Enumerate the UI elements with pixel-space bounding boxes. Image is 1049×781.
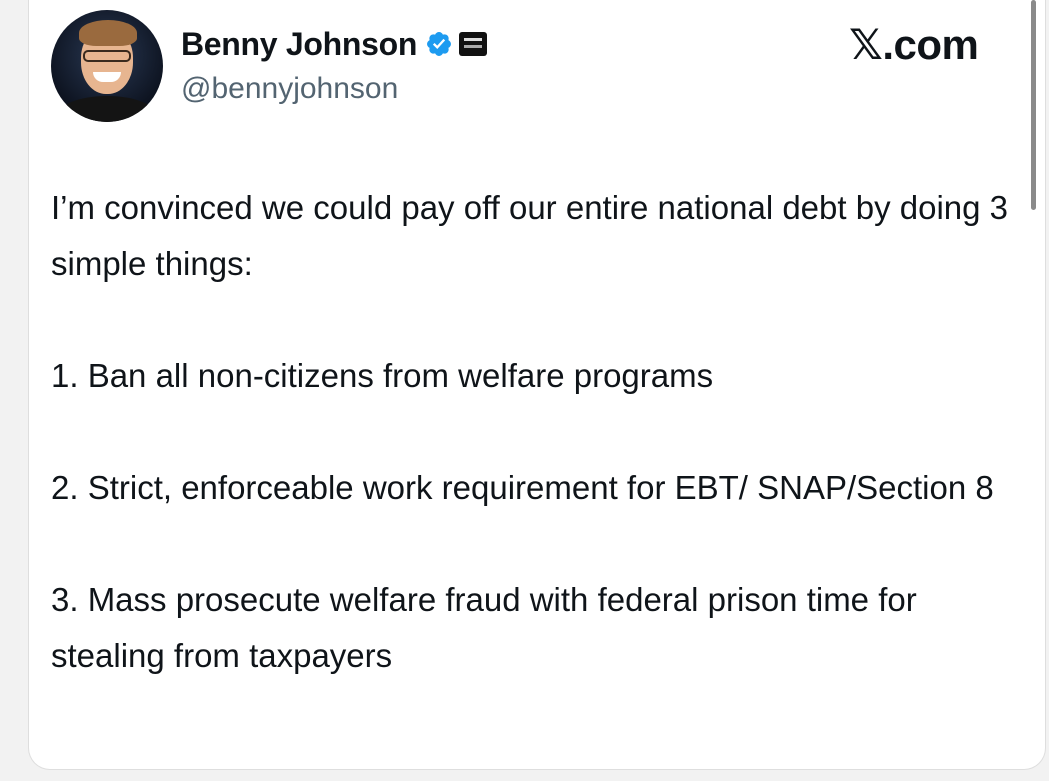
affiliate-badge-icon[interactable]: [459, 32, 488, 56]
verified-badge-icon: [427, 32, 452, 56]
tweet-item-3: 3. Mass prosecute welfare fraud with fed…: [51, 581, 917, 674]
tweet-text: I’m convinced we could pay off our entir…: [51, 180, 1011, 684]
avatar-shirt: [57, 96, 157, 122]
avatar-glasses: [83, 50, 131, 62]
tweet-intro: I’m convinced we could pay off our entir…: [51, 189, 1008, 282]
vertical-scrollbar[interactable]: [1031, 0, 1036, 210]
tweet-card: Benny Johnson @bennyjohnson 𝕏.com I’m co…: [28, 0, 1046, 770]
tweet-item-2: 2. Strict, enforceable work requirement …: [51, 469, 994, 506]
author-name-row: Benny Johnson: [181, 22, 488, 66]
author-avatar[interactable]: [51, 10, 163, 122]
author-display-name[interactable]: Benny Johnson: [181, 26, 417, 63]
author-handle[interactable]: @bennyjohnson: [181, 72, 398, 106]
tweet-item-1: 1. Ban all non-citizens from welfare pro…: [51, 357, 714, 394]
x-com-logo: 𝕏.com: [849, 21, 979, 68]
avatar-hair: [79, 20, 137, 46]
